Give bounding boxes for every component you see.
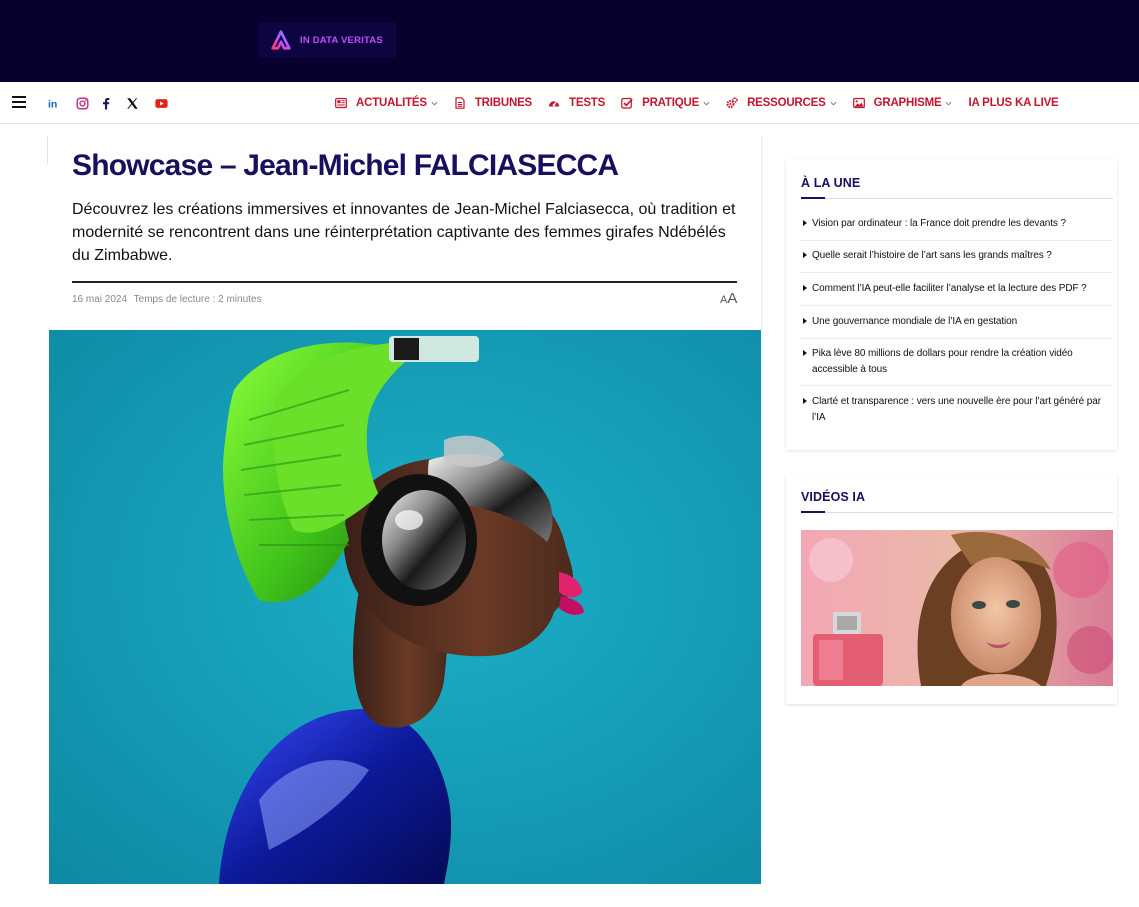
article-hero-image (49, 330, 761, 884)
widget-title: VIDÉOS IA (801, 490, 866, 504)
menu-item-ia-plus-ka-live[interactable]: IA PLUS KA LIVE (968, 82, 1058, 124)
x-icon[interactable] (125, 94, 139, 112)
bullet-arrow-icon (803, 350, 807, 356)
widget-a-la-une: À LA UNE Vision par ordinateur : la Fran… (786, 160, 1117, 450)
facebook-icon[interactable] (100, 94, 112, 112)
article-title: Showcase – Jean-Michel FALCIASECCA (72, 149, 619, 182)
check-square-icon (621, 97, 633, 109)
menu-hamburger-icon[interactable] (12, 96, 26, 108)
linkedin-icon[interactable]: in (47, 94, 61, 112)
site-logo[interactable]: IN DATA VERITAS (258, 22, 396, 58)
article-date: 16 mai 2024 (72, 294, 128, 305)
logo-text: IN DATA VERITAS (300, 34, 383, 46)
image-icon (852, 97, 865, 109)
font-size-large: A (727, 290, 738, 307)
video-thumbnail-illustration (801, 530, 1113, 686)
font-size-toggle[interactable]: AA (720, 290, 737, 307)
menu-item-tribunes[interactable]: TRIBUNES (454, 82, 532, 124)
chevron-down-icon (945, 100, 952, 107)
title-separator (72, 281, 737, 283)
article-subtitle: Découvrez les créations immersives et in… (72, 201, 736, 264)
menu-label: ACTUALITÉS (356, 97, 427, 109)
news-item-title: Clarté et transparence : vers une nouvel… (812, 396, 1101, 423)
newspaper-icon (335, 97, 347, 109)
chevron-down-icon (830, 100, 837, 107)
site-header: IN DATA VERITAS (0, 0, 1139, 82)
news-item-title: Quelle serait l’histoire de l’art sans l… (812, 250, 1052, 261)
bullet-arrow-icon (803, 285, 807, 291)
main-nav: in ACTUALITÉS TRIBUNES TESTS PRATIQUE RE… (0, 82, 1139, 124)
bullet-arrow-icon (803, 252, 807, 258)
bullet-arrow-icon (803, 398, 807, 404)
news-item[interactable]: Comment l’IA peut-elle faciliter l’analy… (801, 281, 1113, 306)
news-item-title: Comment l’IA peut-elle faciliter l’analy… (812, 283, 1087, 294)
gauge-icon (548, 97, 560, 109)
news-item[interactable]: Clarté et transparence : vers une nouvel… (801, 394, 1113, 430)
menu-item-actualites[interactable]: ACTUALITÉS (335, 82, 438, 124)
svg-text:in: in (48, 98, 57, 109)
widget-title-underline (801, 511, 1113, 513)
menu-label: IA PLUS KA LIVE (968, 97, 1059, 109)
bullet-arrow-icon (803, 220, 807, 226)
menu-item-tests[interactable]: TESTS (548, 82, 605, 124)
article-left-border (47, 136, 48, 164)
document-icon (454, 97, 466, 109)
youtube-icon[interactable] (153, 94, 169, 112)
article-meta: 16 mai 2024 Temps de lecture : 2 minutes (72, 294, 266, 305)
menu-item-pratique[interactable]: PRATIQUE (621, 82, 710, 124)
logo-mark-icon (271, 30, 291, 50)
menu-label: TRIBUNES (474, 97, 533, 109)
menu-label: GRAPHISME (873, 97, 942, 109)
news-item[interactable]: Pika lève 80 millions de dollars pour re… (801, 346, 1113, 386)
reading-time: Temps de lecture : 2 minutes (133, 294, 262, 305)
menu-item-graphisme[interactable]: GRAPHISME (852, 82, 953, 124)
news-item[interactable]: Une gouvernance mondiale de l’IA en gest… (801, 314, 1113, 339)
widget-title-underline (801, 197, 1113, 199)
instagram-icon[interactable] (75, 94, 89, 112)
video-thumbnail[interactable] (801, 530, 1113, 686)
primary-menu: ACTUALITÉS TRIBUNES TESTS PRATIQUE RESSO… (335, 82, 1075, 124)
menu-label: TESTS (569, 97, 606, 109)
news-item[interactable]: Quelle serait l’histoire de l’art sans l… (801, 248, 1113, 273)
widget-videos-ia: VIDÉOS IA (786, 474, 1117, 704)
menu-label: PRATIQUE (642, 97, 700, 109)
menu-item-ressources[interactable]: RESSOURCES (726, 82, 837, 124)
column-divider (761, 136, 762, 331)
news-item[interactable]: Vision par ordinateur : la France doit p… (801, 216, 1113, 241)
widget-title: À LA UNE (801, 176, 861, 190)
bullet-arrow-icon (803, 318, 807, 324)
hero-illustration (49, 330, 761, 884)
menu-label: RESSOURCES (747, 97, 826, 109)
news-item-title: Vision par ordinateur : la France doit p… (812, 218, 1066, 229)
news-item-title: Pika lève 80 millions de dollars pour re… (812, 348, 1073, 375)
gears-icon (726, 97, 738, 109)
news-item-title: Une gouvernance mondiale de l’IA en gest… (812, 316, 1018, 327)
chevron-down-icon (431, 100, 438, 107)
chevron-down-icon (703, 100, 710, 107)
